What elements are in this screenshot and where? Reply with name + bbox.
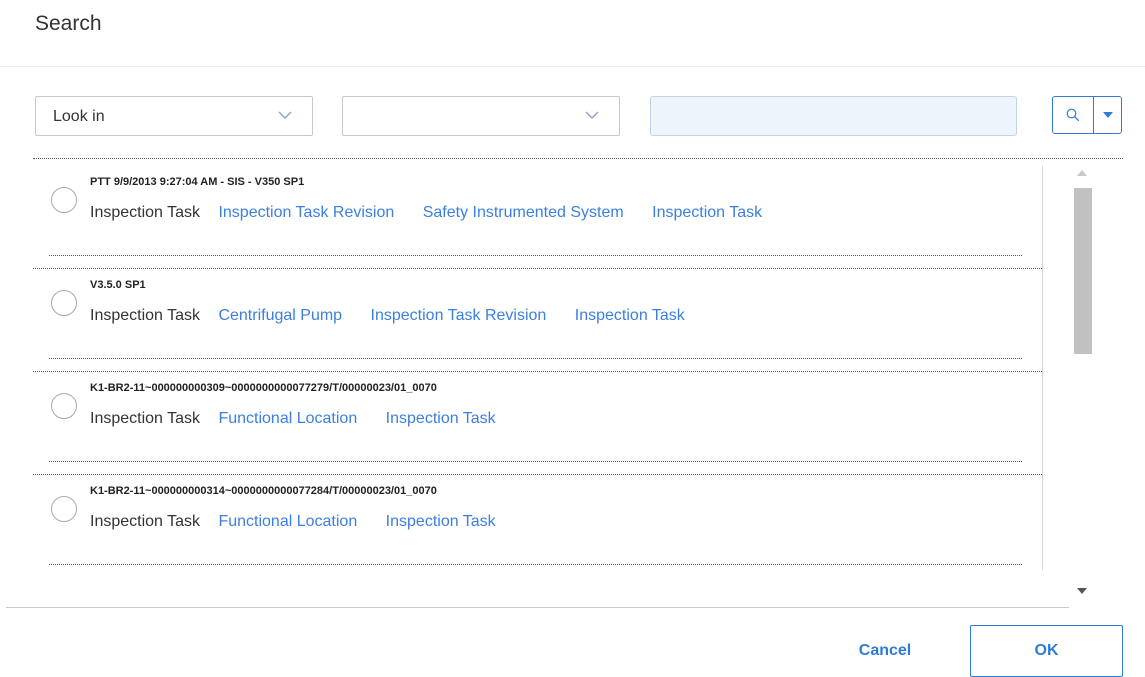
- select-radio[interactable]: [51, 290, 77, 316]
- select-radio[interactable]: [51, 393, 77, 419]
- result-heading: PTT 9/9/2013 9:27:04 AM - SIS - V350 SP1: [90, 176, 305, 188]
- related-link[interactable]: Inspection Task: [386, 513, 496, 530]
- related-link[interactable]: Centrifugal Pump: [218, 307, 342, 324]
- list-item[interactable]: K1-BR2-11~000000000309~0000000000077279/…: [33, 372, 1042, 475]
- search-button[interactable]: [1052, 96, 1122, 134]
- related-link[interactable]: Inspection Task: [386, 410, 496, 427]
- related-link[interactable]: Inspection Task Revision: [218, 204, 394, 221]
- result-heading: K1-BR2-11~000000000314~0000000000077284/…: [90, 485, 437, 497]
- scroll-thumb[interactable]: [1074, 188, 1092, 354]
- related-link[interactable]: Functional Location: [218, 513, 357, 530]
- result-heading: K1-BR2-11~000000000309~0000000000077279/…: [90, 382, 437, 394]
- ok-button[interactable]: OK: [970, 625, 1123, 677]
- search-icon[interactable]: [1053, 97, 1093, 133]
- row-divider: [49, 564, 1022, 565]
- look-in-value: Look in: [53, 108, 105, 125]
- list-item[interactable]: V3.5.0 SP1 Inspection Task Centrifugal P…: [33, 269, 1042, 372]
- result-family: Inspection Task: [90, 204, 200, 221]
- search-input[interactable]: [650, 96, 1017, 136]
- row-divider: [49, 255, 1022, 256]
- results-list[interactable]: PTT 9/9/2013 9:27:04 AM - SIS - V350 SP1…: [33, 166, 1043, 570]
- scroll-up-icon[interactable]: [1077, 170, 1087, 176]
- footer-divider: [6, 607, 1069, 608]
- result-heading: V3.5.0 SP1: [90, 279, 146, 291]
- list-item[interactable]: PTT 9/9/2013 9:27:04 AM - SIS - V350 SP1…: [33, 166, 1042, 269]
- related-link[interactable]: Inspection Task: [575, 307, 685, 324]
- cancel-button[interactable]: Cancel: [820, 628, 950, 673]
- related-link[interactable]: Inspection Task: [652, 204, 762, 221]
- related-link[interactable]: Safety Instrumented System: [423, 204, 624, 221]
- row-divider: [49, 461, 1022, 462]
- chevron-down-icon: [278, 111, 292, 119]
- scroll-down-icon[interactable]: [1077, 588, 1087, 594]
- select-radio[interactable]: [51, 187, 77, 213]
- title-divider: [0, 66, 1145, 67]
- related-link[interactable]: Functional Location: [218, 410, 357, 427]
- caret-down-icon[interactable]: [1094, 97, 1121, 133]
- related-link[interactable]: Inspection Task Revision: [371, 307, 547, 324]
- chevron-down-icon: [585, 111, 599, 119]
- result-family: Inspection Task: [90, 307, 200, 324]
- results-top-divider: [33, 158, 1123, 159]
- list-item[interactable]: K1-BR2-11~000000000314~0000000000077284/…: [33, 475, 1042, 570]
- vertical-scrollbar[interactable]: [1071, 166, 1093, 606]
- row-divider: [49, 358, 1022, 359]
- result-family: Inspection Task: [90, 513, 200, 530]
- dialog-title: Search: [35, 12, 102, 35]
- result-family: Inspection Task: [90, 410, 200, 427]
- second-select[interactable]: [342, 96, 620, 136]
- look-in-select[interactable]: Look in: [35, 96, 313, 136]
- select-radio[interactable]: [51, 496, 77, 522]
